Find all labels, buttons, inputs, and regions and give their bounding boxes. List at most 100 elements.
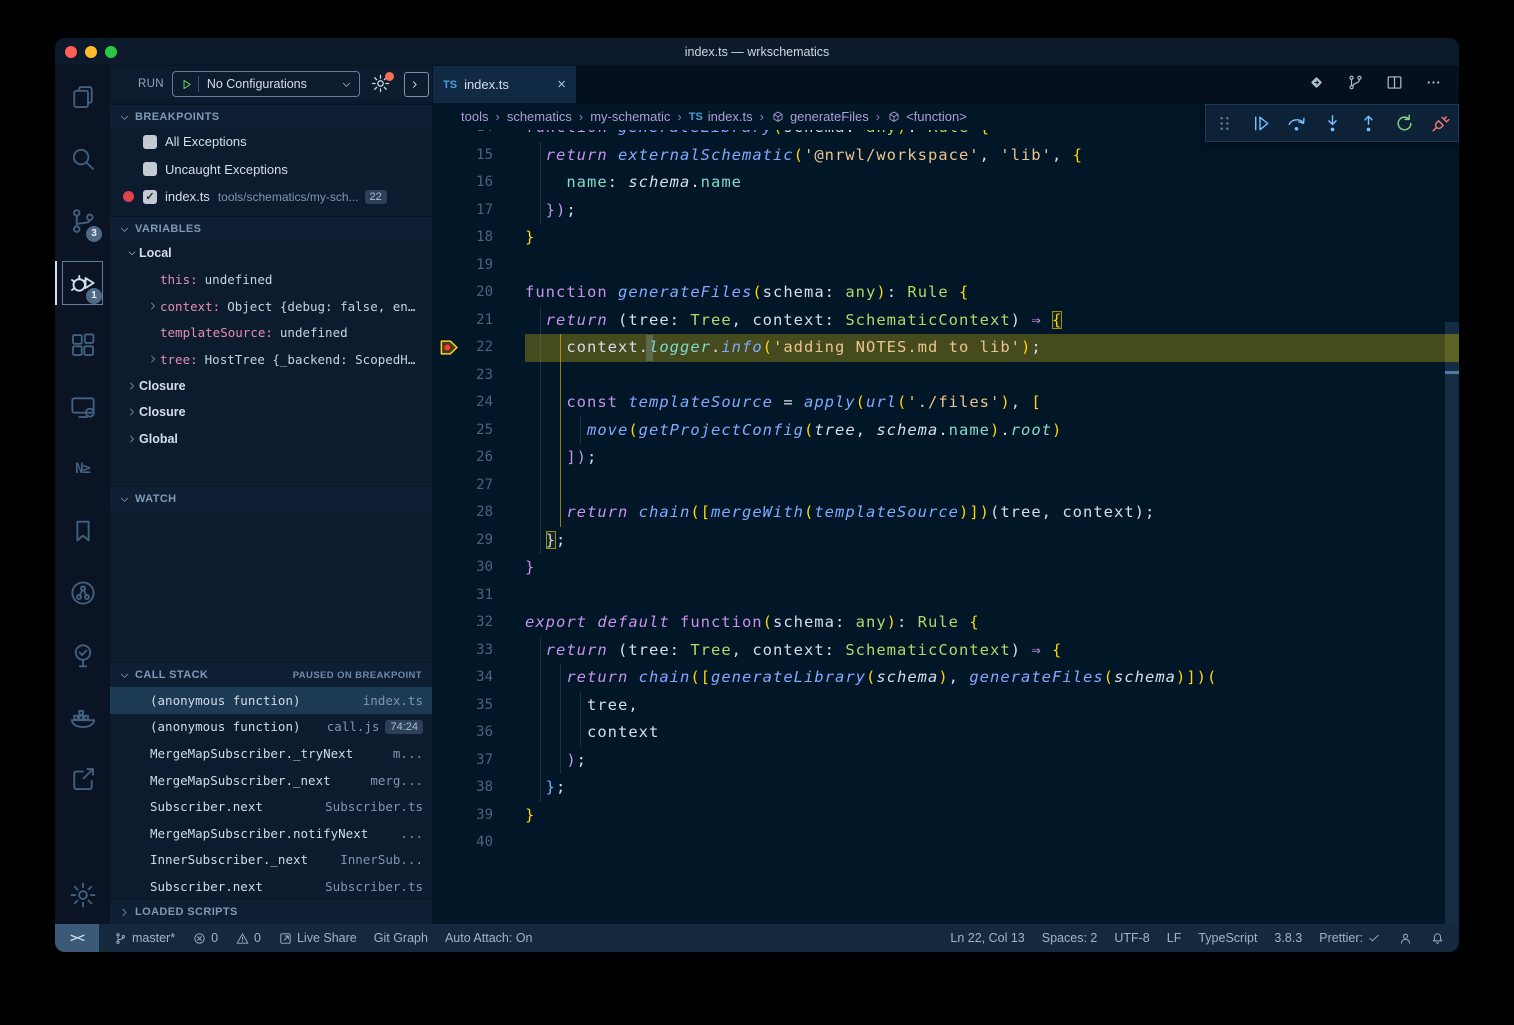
- breakpoint-row[interactable]: Uncaught Exceptions: [110, 156, 432, 184]
- step-into-button[interactable]: [1317, 108, 1347, 138]
- gutter-line-29[interactable]: 29: [433, 527, 525, 555]
- code-line-19[interactable]: 19: [433, 252, 1459, 280]
- code-line-27[interactable]: 27: [433, 472, 1459, 500]
- debug-gear-button[interactable]: [370, 73, 392, 95]
- code-line-22[interactable]: 22 context.logger.info('adding NOTES.md …: [433, 334, 1459, 362]
- call-stack-frame[interactable]: MergeMapSubscriber._tryNextm...: [110, 740, 432, 767]
- close-tab-icon[interactable]: ×: [557, 76, 566, 93]
- code-text[interactable]: return (tree: Tree, context: SchematicCo…: [525, 307, 1459, 335]
- split-editor-button[interactable]: [1385, 73, 1404, 97]
- status-indentation[interactable]: Spaces: 2: [1042, 931, 1098, 945]
- code-text[interactable]: );: [525, 747, 1459, 775]
- status-warnings[interactable]: 0: [235, 931, 261, 946]
- activity-item-extensions[interactable]: [55, 314, 110, 376]
- activity-item-run-and-debug[interactable]: 1: [55, 252, 110, 314]
- minimize-window-button[interactable]: [85, 46, 97, 58]
- status-notifications[interactable]: [1430, 931, 1445, 946]
- breadcrumb-item-index-ts[interactable]: TSindex.ts: [689, 109, 753, 124]
- loaded-scripts-section-header[interactable]: LOADED SCRIPTS: [110, 899, 432, 924]
- gutter-line-16[interactable]: 16: [433, 169, 525, 197]
- gutter-line-21[interactable]: 21: [433, 307, 525, 335]
- breakpoint-row[interactable]: ✓index.tstools/schematics/my-sch...22: [110, 183, 432, 211]
- code-line-26[interactable]: 26 ]);: [433, 444, 1459, 472]
- code-line-37[interactable]: 37 );: [433, 747, 1459, 775]
- activity-item-explorer[interactable]: [55, 66, 110, 128]
- code-text[interactable]: export default function(schema: any): Ru…: [525, 609, 1459, 637]
- gutter-line-17[interactable]: 17: [433, 197, 525, 225]
- gutter-line-25[interactable]: 25: [433, 417, 525, 445]
- gutter-line-19[interactable]: 19: [433, 252, 525, 280]
- gutter-line-34[interactable]: 34: [433, 664, 525, 692]
- code-text[interactable]: context.logger.info('adding NOTES.md to …: [525, 334, 1459, 362]
- code-text[interactable]: return chain([mergeWith(templateSource)]…: [525, 499, 1459, 527]
- gutter-line-32[interactable]: 32: [433, 609, 525, 637]
- code-line-16[interactable]: 16 name: schema.name: [433, 169, 1459, 197]
- status-prettier[interactable]: Prettier:: [1319, 931, 1381, 945]
- status-ts-version[interactable]: 3.8.3: [1274, 931, 1302, 945]
- gutter-line-22[interactable]: 22: [433, 334, 525, 362]
- close-window-button[interactable]: [65, 46, 77, 58]
- activity-item-nx-console[interactable]: N≥: [55, 438, 110, 500]
- code-text[interactable]: }: [525, 224, 1459, 252]
- gutter-line-39[interactable]: 39: [433, 802, 525, 830]
- variable-row[interactable]: this:undefined: [110, 267, 432, 294]
- gutter-line-31[interactable]: 31: [433, 582, 525, 610]
- activity-item-docker[interactable]: [55, 686, 110, 748]
- code-line-23[interactable]: 23: [433, 362, 1459, 390]
- status-feedback[interactable]: [1398, 931, 1413, 946]
- code-line-39[interactable]: 39}: [433, 802, 1459, 830]
- code-line-33[interactable]: 33 return (tree: Tree, context: Schemati…: [433, 637, 1459, 665]
- debug-config-dropdown[interactable]: No Configurations: [172, 71, 360, 97]
- code-text[interactable]: }: [525, 802, 1459, 830]
- watch-section-header[interactable]: WATCH: [110, 486, 432, 511]
- code-line-18[interactable]: 18}: [433, 224, 1459, 252]
- call-stack-frame[interactable]: InnerSubscriber._nextInnerSub...: [110, 847, 432, 874]
- gutter-line-33[interactable]: 33: [433, 637, 525, 665]
- step-over-button[interactable]: [1281, 108, 1311, 138]
- code-text[interactable]: [525, 829, 1459, 857]
- call-stack-frame[interactable]: (anonymous function)call.js74:24: [110, 714, 432, 741]
- gutter-line-37[interactable]: 37: [433, 747, 525, 775]
- breadcrumb-item-tools[interactable]: tools: [461, 109, 488, 124]
- activity-item-git-history[interactable]: [55, 562, 110, 624]
- variable-row[interactable]: templateSource:undefined: [110, 320, 432, 347]
- gutter-line-15[interactable]: 15: [433, 142, 525, 170]
- continue-button[interactable]: [1245, 108, 1275, 138]
- gutter-line-36[interactable]: 36: [433, 719, 525, 747]
- code-line-34[interactable]: 34 return chain([generateLibrary(schema)…: [433, 664, 1459, 692]
- code-line-25[interactable]: 25 move(getProjectConfig(tree, schema.na…: [433, 417, 1459, 445]
- file-history-button[interactable]: [1346, 73, 1365, 97]
- debug-console-button[interactable]: [404, 72, 429, 97]
- code-text[interactable]: ]);: [525, 444, 1459, 472]
- code-text[interactable]: };: [525, 774, 1459, 802]
- code-text[interactable]: const templateSource = apply(url('./file…: [525, 389, 1459, 417]
- variable-row[interactable]: tree:HostTree {_backend: ScopedH…: [110, 346, 432, 373]
- code-text[interactable]: function generateFiles(schema: any): Rul…: [525, 279, 1459, 307]
- code-text[interactable]: name: schema.name: [525, 169, 1459, 197]
- code-text[interactable]: context: [525, 719, 1459, 747]
- checkbox-checked[interactable]: ✓: [143, 190, 157, 204]
- scrollbar-thumb[interactable]: [1445, 322, 1459, 924]
- code-text[interactable]: return chain([generateLibrary(schema), g…: [525, 664, 1459, 692]
- code-line-21[interactable]: 21 return (tree: Tree, context: Schemati…: [433, 307, 1459, 335]
- status-cursor-position[interactable]: Ln 22, Col 13: [950, 931, 1024, 945]
- tab-index-ts[interactable]: TS index.ts ×: [433, 66, 576, 103]
- code-text[interactable]: [525, 252, 1459, 280]
- gutter-line-28[interactable]: 28: [433, 499, 525, 527]
- activity-item-testing[interactable]: [55, 624, 110, 686]
- code-line-30[interactable]: 30}: [433, 554, 1459, 582]
- restart-button[interactable]: [1389, 108, 1419, 138]
- editor-scrollbar[interactable]: [1445, 103, 1459, 924]
- code-line-24[interactable]: 24 const templateSource = apply(url('./f…: [433, 389, 1459, 417]
- code-text[interactable]: move(getProjectConfig(tree, schema.name)…: [525, 417, 1459, 445]
- variable-row[interactable]: Local: [110, 240, 432, 267]
- code-line-35[interactable]: 35 tree,: [433, 692, 1459, 720]
- activity-item-remote-explorer[interactable]: [55, 376, 110, 438]
- debug-start-icon[interactable]: [179, 77, 194, 92]
- gutter-line-27[interactable]: 27: [433, 472, 525, 500]
- more-actions-button[interactable]: [1424, 73, 1443, 97]
- zoom-window-button[interactable]: [105, 46, 117, 58]
- gutter-line-38[interactable]: 38: [433, 774, 525, 802]
- gutter-line-30[interactable]: 30: [433, 554, 525, 582]
- status-live-share[interactable]: Live Share: [278, 931, 357, 946]
